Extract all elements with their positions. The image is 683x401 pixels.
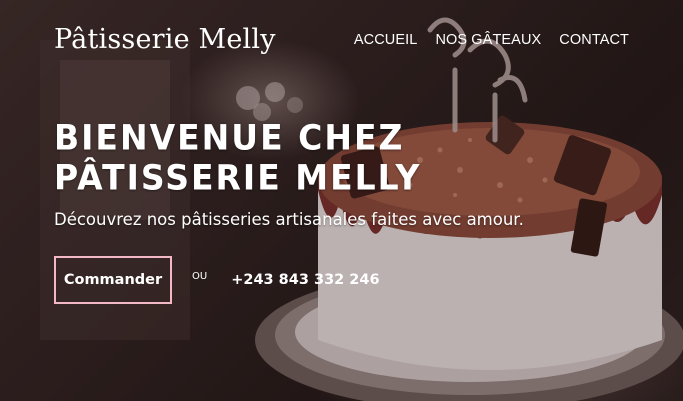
nav-link-nos-gateaux[interactable]: NOS GÂTEAUX — [435, 32, 541, 48]
phone-link[interactable]: +243 843 332 246 — [231, 272, 379, 288]
hero-section: Pâtisserie Melly ACCUEIL NOS GÂTEAUX CON… — [0, 0, 683, 401]
order-button[interactable]: Commander — [54, 256, 172, 304]
cta-row: Commander OU +243 843 332 246 — [54, 256, 380, 304]
site-logo[interactable]: Pâtisserie Melly — [54, 24, 276, 55]
nav-link-contact[interactable]: CONTACT — [559, 32, 629, 48]
main-nav: ACCUEIL NOS GÂTEAUX CONTACT — [354, 32, 629, 48]
site-header: Pâtisserie Melly ACCUEIL NOS GÂTEAUX CON… — [0, 0, 683, 84]
nav-link-accueil[interactable]: ACCUEIL — [354, 32, 418, 48]
hero-title: BIENVENUE CHEZ PÂTISSERIE MELLY — [54, 117, 422, 198]
or-label: OU — [192, 270, 208, 282]
hero-tagline: Découvrez nos pâtisseries artisanales fa… — [54, 210, 524, 229]
